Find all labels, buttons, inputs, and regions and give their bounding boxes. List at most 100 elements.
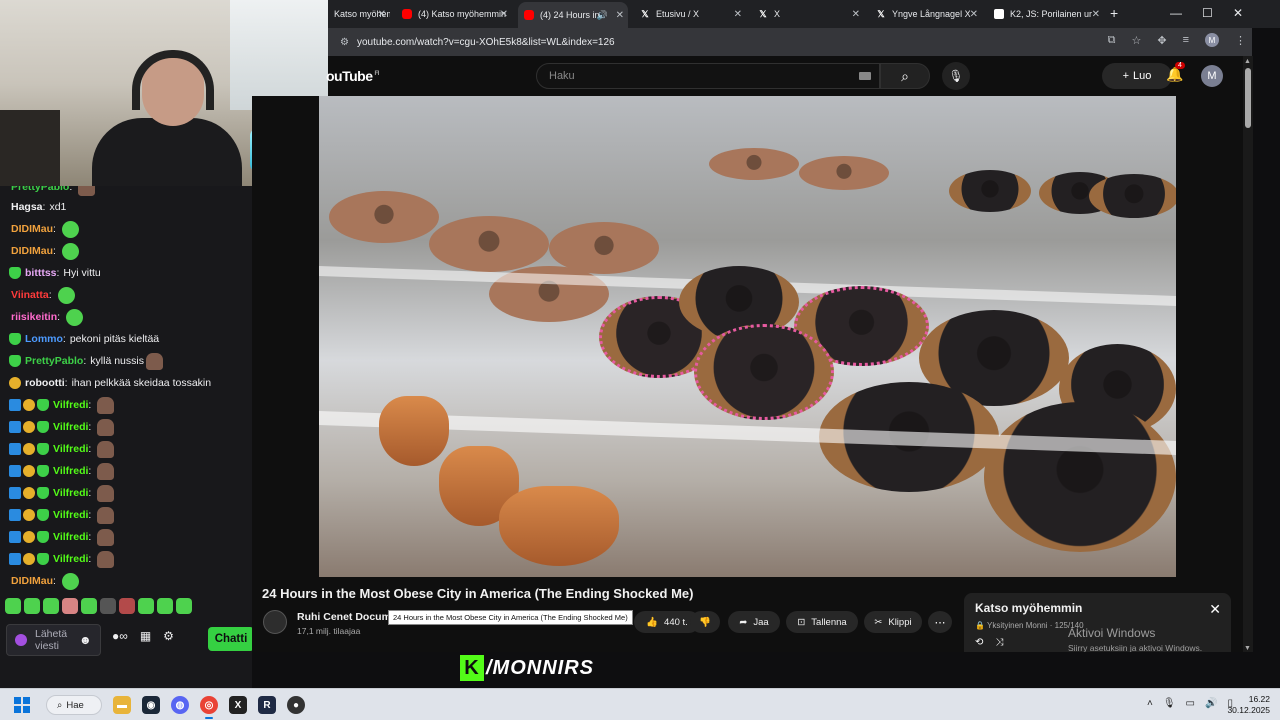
chat-username[interactable]: DIDIMau	[11, 245, 53, 257]
page-scrollbar[interactable]: ▲ ▼	[1243, 56, 1253, 652]
youtube-logo[interactable]: ouTube FI	[326, 68, 379, 84]
close-window-icon[interactable]: ✕	[1233, 6, 1243, 20]
chat-emote[interactable]	[97, 462, 115, 480]
save-button[interactable]: ⊡ Tallenna	[786, 611, 858, 633]
more-actions-button[interactable]: ⋯	[928, 611, 952, 633]
chat-emote[interactable]	[97, 506, 115, 524]
voice-search-button[interactable]: 🎙	[942, 62, 970, 90]
browser-tab[interactable]: (4) Katso myöhemmin ✕	[396, 4, 512, 24]
chat-emote[interactable]	[61, 220, 79, 238]
people-icon[interactable]: ●∞	[112, 629, 128, 643]
chat-username[interactable]: robootti	[25, 377, 65, 389]
chat-badge-icon[interactable]	[23, 465, 35, 477]
close-tab-icon[interactable]: ✕	[500, 9, 508, 20]
chat-emote[interactable]	[97, 484, 115, 502]
discord-icon[interactable]: ◍	[171, 696, 189, 714]
browser-tab[interactable]: 𝕏 X ✕	[752, 4, 864, 24]
browser-tab[interactable]: 𝕏 Yngve Långnagel X ✕	[870, 4, 982, 24]
chat-badge-icon[interactable]	[9, 465, 21, 477]
install-icon[interactable]: ⧉	[1108, 34, 1116, 47]
close-tab-icon[interactable]: ✕	[970, 9, 978, 20]
chat-username[interactable]: Vilfredi	[53, 421, 88, 433]
chat-badge-icon[interactable]	[9, 355, 21, 367]
chat-badge-icon[interactable]	[37, 531, 49, 543]
chat-badge-icon[interactable]	[9, 333, 21, 345]
chat-badge-icon[interactable]	[37, 487, 49, 499]
url-field[interactable]: ⚙ youtube.com/watch?v=cgu-XOhE5k8&list=W…	[340, 33, 1220, 51]
chat-username[interactable]: PrettyPablo	[25, 355, 83, 367]
chat-username[interactable]: riisikeitin	[11, 311, 57, 323]
close-tab-icon[interactable]: ✕	[378, 9, 386, 20]
close-tab-icon[interactable]: ✕	[1092, 9, 1100, 20]
taskbar-search[interactable]: ⌕ Hae	[46, 695, 102, 715]
account-avatar[interactable]: M	[1201, 65, 1223, 87]
site-info-icon[interactable]: ⚙	[340, 37, 349, 48]
chat-emote[interactable]	[97, 418, 115, 436]
keyboard-icon[interactable]	[859, 72, 871, 80]
chat-username[interactable]: PrettyPablo	[11, 186, 69, 193]
windows-start-icon[interactable]	[14, 697, 30, 713]
obs-icon[interactable]: ●	[287, 696, 305, 714]
scroll-down-icon[interactable]: ▼	[1244, 645, 1251, 652]
loop-icon[interactable]: ⟲	[975, 637, 983, 648]
chat-badge-icon[interactable]	[9, 531, 21, 543]
chat-username[interactable]: Vilfredi	[53, 443, 88, 455]
close-playlist-icon[interactable]: ✕	[1209, 601, 1221, 618]
chat-emote[interactable]	[61, 572, 79, 590]
mic-tray-icon[interactable]: 🎙	[1163, 698, 1176, 709]
chat-username[interactable]: Vilfredi	[53, 509, 88, 521]
chat-emote[interactable]	[97, 396, 115, 414]
chat-emote[interactable]	[61, 242, 79, 260]
chat-badge-icon[interactable]	[37, 509, 49, 521]
chat-username[interactable]: Viinatta	[11, 289, 49, 301]
browser-tab[interactable]: Katso myöhemmin✕	[328, 4, 390, 24]
shuffle-icon[interactable]: ⤨	[995, 637, 1003, 648]
chat-username[interactable]: Lommo	[25, 333, 63, 345]
volume-icon[interactable]: 🔊	[1205, 698, 1217, 709]
chat-username[interactable]: Vilfredi	[53, 465, 88, 477]
chat-badge-icon[interactable]	[9, 421, 21, 433]
browser-tab[interactable]: 𝕏 Etusivu / X ✕	[634, 4, 746, 24]
file-explorer-icon[interactable]: ▬	[113, 696, 131, 714]
chat-badge-icon[interactable]	[9, 487, 21, 499]
x-app-icon[interactable]: X	[229, 696, 247, 714]
chat-input[interactable]: Lähetä viesti ☻	[6, 624, 101, 656]
video-player[interactable]	[319, 96, 1176, 577]
close-tab-icon[interactable]: ✕	[616, 10, 624, 21]
channel-avatar[interactable]	[263, 610, 287, 634]
profile-avatar[interactable]: M	[1205, 33, 1219, 47]
chat-badge-icon[interactable]	[37, 421, 49, 433]
search-input[interactable]: Haku	[536, 63, 880, 89]
chat-badge-icon[interactable]	[9, 267, 21, 279]
scroll-thumb[interactable]	[1245, 68, 1251, 128]
notifications-button[interactable]: 🔔 4	[1166, 62, 1185, 83]
minimize-icon[interactable]: —	[1170, 6, 1182, 20]
chat-badge-icon[interactable]	[23, 421, 35, 433]
chat-username[interactable]: Hagsa	[11, 201, 43, 213]
chat-badge-icon[interactable]	[9, 399, 21, 411]
chat-username[interactable]: DIDIMau	[11, 223, 53, 235]
scroll-up-icon[interactable]: ▲	[1244, 58, 1251, 65]
chat-badge-icon[interactable]	[37, 443, 49, 455]
chat-emote[interactable]	[145, 352, 163, 370]
settings-icon[interactable]: ⚙	[163, 629, 174, 643]
emoji-icon[interactable]: ☻	[79, 633, 92, 647]
emote-bar[interactable]	[5, 598, 192, 614]
chat-badge-icon[interactable]	[9, 443, 21, 455]
chevron-up-icon[interactable]: ˄	[1147, 698, 1153, 709]
chat-emote[interactable]	[57, 286, 75, 304]
chrome-icon[interactable]: ◎	[200, 696, 218, 719]
chat-emote[interactable]	[66, 308, 84, 326]
chat-badge-icon[interactable]	[23, 531, 35, 543]
store-icon[interactable]: ▦	[140, 629, 151, 643]
media-icon[interactable]: ≡	[1183, 34, 1189, 46]
clip-button[interactable]: ✂ Klippi	[864, 611, 922, 633]
chat-username[interactable]: bitttss	[25, 267, 57, 279]
browser-tab[interactable]: K2, JS: Porilainen ur ✕	[988, 4, 1104, 24]
rl-app-icon[interactable]: R	[258, 696, 276, 714]
chat-username[interactable]: Vilfredi	[53, 399, 88, 411]
steam-icon[interactable]: ◉	[142, 696, 160, 714]
speaker-icon[interactable]: 🔊	[597, 10, 608, 21]
chat-badge-icon[interactable]	[37, 399, 49, 411]
chat-badge-icon[interactable]	[23, 509, 35, 521]
